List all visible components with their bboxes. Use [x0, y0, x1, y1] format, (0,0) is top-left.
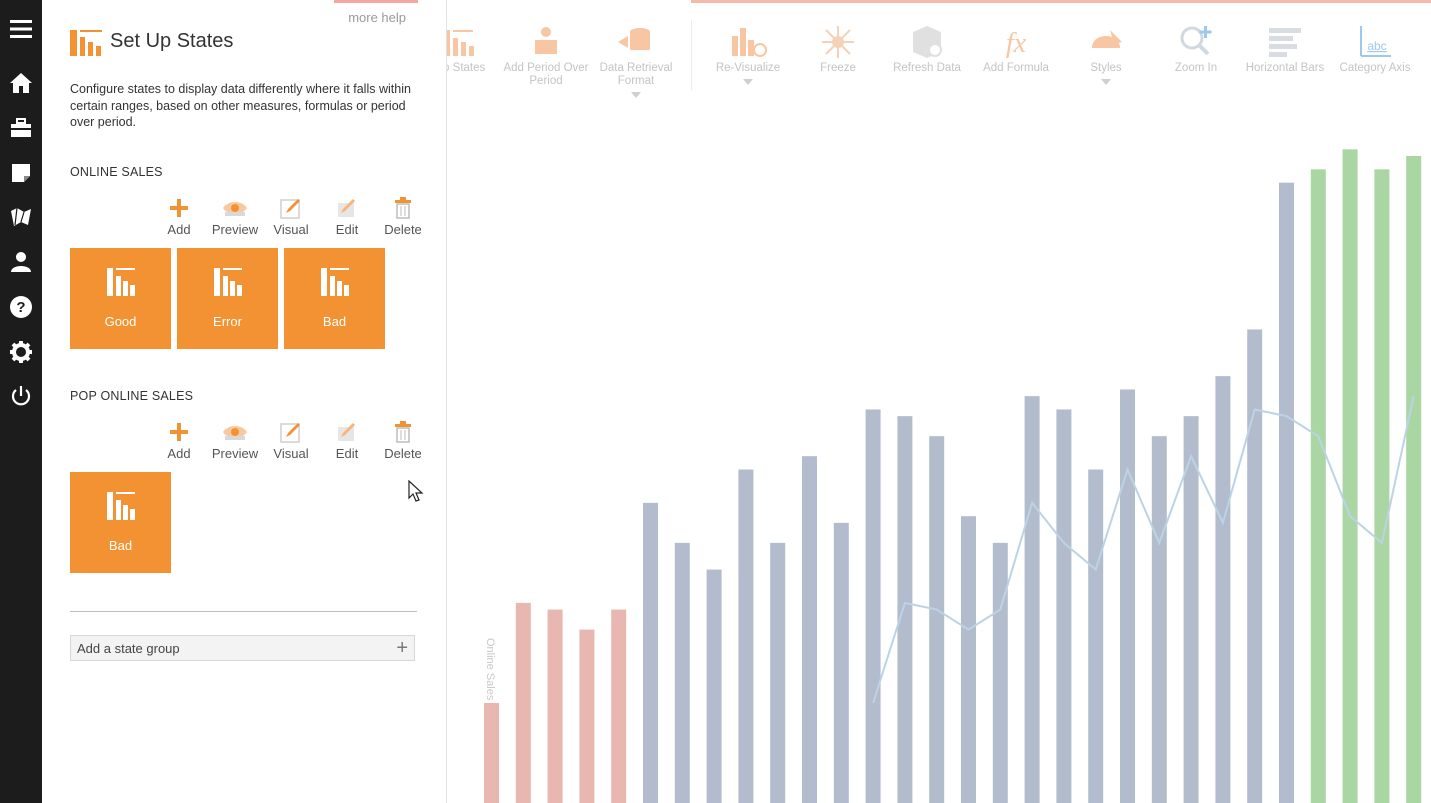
y-axis-label: Online Sales	[484, 638, 496, 701]
pop-line-series[interactable]	[872, 395, 1415, 704]
group-label-pop-online-sales: POP ONLINE SALES	[70, 389, 194, 403]
panel-title: Set Up States	[110, 29, 234, 52]
dashboard-background: Up StatesAdd Period Over PeriodData Retr…	[447, 0, 1431, 803]
gear-icon[interactable]	[6, 337, 36, 367]
bar-normal[interactable]	[1215, 376, 1231, 803]
group-toolbar-pop-online-sales: Add Preview Visual Edit Delete	[151, 420, 431, 461]
bar-normal[interactable]	[929, 436, 945, 803]
map-icon[interactable]	[6, 202, 36, 232]
power-icon[interactable]	[6, 381, 36, 411]
left-nav: ?	[0, 0, 42, 803]
bar-normal[interactable]	[1088, 469, 1104, 803]
svg-text:?: ?	[16, 299, 25, 316]
bar-normal[interactable]	[770, 542, 786, 803]
panel-header: Set Up States	[70, 26, 233, 56]
bar-bad[interactable]	[579, 629, 595, 803]
pencil-box-icon	[280, 420, 302, 444]
add-state-group-button[interactable]: Add a state group +	[70, 635, 415, 661]
plus-icon: +	[396, 637, 408, 659]
delete-state-button[interactable]: Delete	[375, 196, 431, 237]
state-tile-bad[interactable]: Bad	[284, 248, 385, 349]
help-icon[interactable]: ?	[6, 292, 36, 322]
bar-good[interactable]	[1342, 149, 1358, 803]
edit-state-button[interactable]: Edit	[319, 420, 375, 461]
bar-good[interactable]	[1374, 169, 1390, 803]
group-toolbar-online-sales: Add Preview Visual Edit Delete	[151, 196, 431, 237]
states-icon	[106, 492, 135, 520]
group-label-online-sales: ONLINE SALES	[70, 165, 163, 179]
bar-normal[interactable]	[865, 409, 881, 803]
bar-normal[interactable]	[802, 456, 817, 803]
bar-normal[interactable]	[1279, 182, 1294, 803]
preview-state-button[interactable]: Preview	[207, 420, 263, 461]
states-icon	[213, 268, 242, 296]
visual-state-button[interactable]: Visual	[263, 196, 319, 237]
bar-normal[interactable]	[833, 522, 849, 803]
bar-normal[interactable]	[1056, 409, 1072, 803]
visual-state-button[interactable]: Visual	[263, 420, 319, 461]
note-icon[interactable]	[6, 158, 36, 188]
bar-bad[interactable]	[515, 602, 531, 803]
trash-icon	[393, 420, 413, 444]
add-state-button[interactable]: Add	[151, 196, 207, 237]
edit-state-button[interactable]: Edit	[319, 196, 375, 237]
bar-normal[interactable]	[961, 516, 976, 803]
edit-icon	[336, 196, 358, 220]
states-icon	[320, 268, 349, 296]
panel-divider	[70, 611, 417, 612]
pencil-box-icon	[280, 196, 302, 220]
add-state-group-label: Add a state group	[77, 640, 180, 656]
state-tiles-pop-online-sales: Bad	[70, 472, 171, 573]
states-icon	[106, 268, 135, 296]
bar-normal[interactable]	[897, 416, 913, 803]
bar-good[interactable]	[1406, 156, 1422, 803]
mouse-cursor-icon	[408, 480, 424, 502]
bar-normal[interactable]	[643, 502, 658, 803]
bar-normal[interactable]	[706, 569, 722, 803]
preview-state-button[interactable]: Preview	[207, 196, 263, 237]
bar-normal[interactable]	[1120, 389, 1135, 803]
bar-normal[interactable]	[1247, 329, 1263, 803]
bar-normal[interactable]	[992, 542, 1008, 803]
panel-description: Configure states to display data differe…	[70, 82, 411, 129]
state-tile-good[interactable]: Good	[70, 248, 171, 349]
panel-top-stripe	[334, 0, 418, 3]
more-help-link[interactable]: more help	[348, 10, 406, 25]
briefcase-icon[interactable]	[6, 113, 36, 143]
states-icon	[70, 30, 102, 56]
home-icon[interactable]	[6, 68, 36, 98]
trash-icon	[393, 196, 413, 220]
plus-icon	[169, 196, 189, 220]
state-tile-bad[interactable]: Bad	[70, 472, 171, 573]
bar-good[interactable]	[1310, 169, 1326, 803]
user-icon[interactable]	[6, 247, 36, 277]
setup-states-panel: more help Set Up States Configure states…	[42, 0, 447, 803]
eye-icon	[221, 196, 249, 220]
bar-normal[interactable]	[738, 469, 754, 803]
bar-bad[interactable]	[547, 609, 563, 803]
state-tiles-online-sales: Good Error Bad	[70, 248, 385, 349]
eye-icon	[221, 420, 249, 444]
delete-state-button[interactable]: Delete	[375, 420, 431, 461]
state-tile-error[interactable]: Error	[177, 248, 278, 349]
bar-normal[interactable]	[674, 542, 690, 803]
add-state-button[interactable]: Add	[151, 420, 207, 461]
bar-bad[interactable]	[611, 609, 627, 803]
edit-icon	[336, 420, 358, 444]
hamburger-menu-icon[interactable]	[6, 14, 36, 44]
sales-chart: Online Sales	[484, 149, 1422, 803]
plus-icon	[169, 420, 189, 444]
bar-normal[interactable]	[1183, 416, 1199, 803]
bar-normal[interactable]	[1024, 396, 1040, 803]
bar-bad[interactable]	[484, 702, 499, 803]
bar-normal[interactable]	[1151, 436, 1167, 803]
